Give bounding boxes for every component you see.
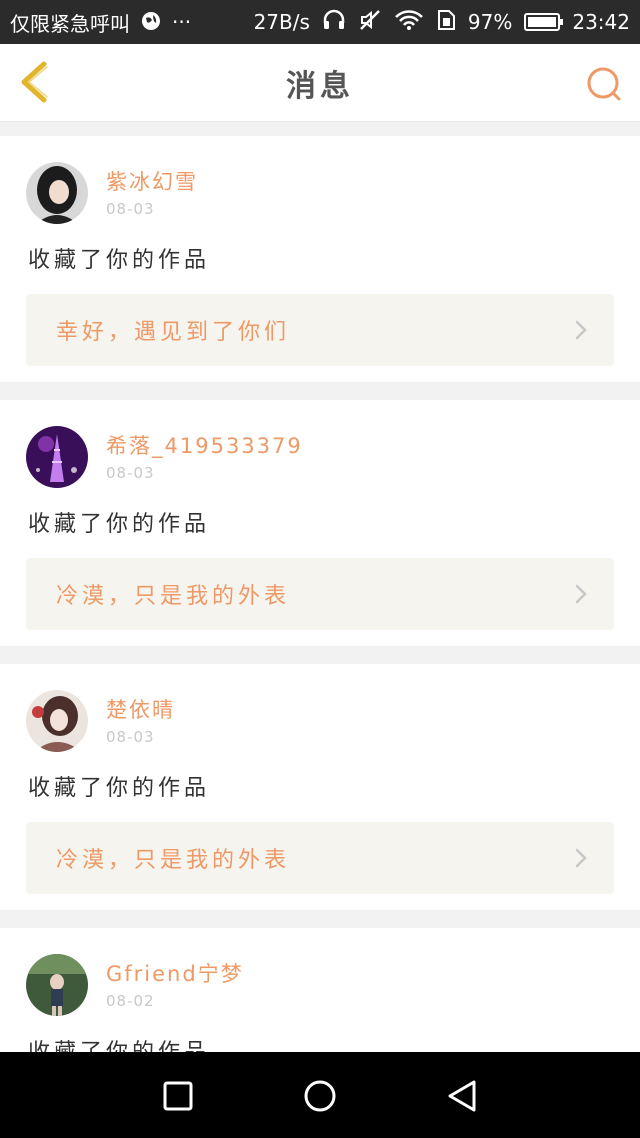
post-date: 08-02 [106, 992, 155, 1010]
status-right: 27B/s 97% 23:42 [254, 9, 630, 36]
user-name[interactable]: Gfriend宁梦 [106, 958, 244, 988]
work-link[interactable]: 幸好，遇见到了你们 [26, 294, 614, 366]
user-name[interactable]: 紫冰幻雪 [106, 166, 198, 196]
app-header: 消息 [0, 44, 640, 122]
back-button[interactable] [16, 60, 56, 104]
search-button[interactable] [584, 64, 624, 104]
post-date: 08-03 [106, 464, 155, 482]
work-title: 冷漠，只是我的外表 [56, 848, 291, 873]
page-title: 消息 [286, 68, 354, 104]
sim-icon [436, 9, 456, 36]
work-link[interactable]: 冷漠，只是我的外表 [26, 822, 614, 894]
system-nav-bar [0, 1052, 640, 1138]
recents-button[interactable] [160, 1078, 196, 1114]
clock: 23:42 [572, 10, 630, 34]
action-text: 收藏了你的作品 [28, 248, 211, 273]
work-title: 冷漠，只是我的外表 [56, 584, 291, 609]
avatar[interactable] [26, 954, 88, 1016]
battery-percent: 97% [467, 10, 513, 34]
avatar[interactable] [26, 426, 88, 488]
chevron-right-icon [575, 320, 587, 340]
action-text: 收藏了你的作品 [28, 776, 211, 801]
mute-icon [358, 9, 382, 36]
user-name[interactable]: 楚依晴 [106, 694, 175, 724]
status-left: 仅限紧急呼叫 ··· [10, 8, 191, 37]
chevron-right-icon [575, 848, 587, 868]
back-nav-button[interactable] [444, 1078, 480, 1114]
globe-icon [140, 10, 162, 35]
carrier-text: 仅限紧急呼叫 [10, 11, 130, 36]
network-speed: 27B/s [253, 10, 310, 34]
post-date: 08-03 [106, 728, 155, 746]
battery-icon [524, 13, 564, 31]
action-text: 收藏了你的作品 [28, 1034, 210, 1052]
chevron-right-icon [575, 584, 587, 604]
user-name[interactable]: 希落_419533379 [106, 430, 303, 460]
message-feed[interactable]: 紫冰幻雪 08-03 收藏了你的作品 幸好，遇见到了你们 希落_41953337… [0, 122, 640, 1052]
status-bar: 仅限紧急呼叫 ··· 27B/s 97% 23:42 [0, 0, 640, 44]
message-card: 希落_419533379 08-03 收藏了你的作品 冷漠，只是我的外表 [0, 400, 640, 646]
post-date: 08-03 [106, 200, 155, 218]
avatar[interactable] [26, 690, 88, 752]
search-icon [587, 67, 621, 101]
work-link[interactable]: 冷漠，只是我的外表 [26, 558, 614, 630]
work-title: 幸好，遇见到了你们 [56, 320, 291, 345]
battery-fill [528, 17, 556, 27]
home-button[interactable] [302, 1078, 338, 1114]
square-icon [163, 1081, 193, 1111]
chevron-left-icon [21, 61, 48, 103]
message-card: 紫冰幻雪 08-03 收藏了你的作品 幸好，遇见到了你们 [0, 136, 640, 382]
avatar[interactable] [26, 162, 88, 224]
wifi-icon [394, 9, 424, 36]
message-card: Gfriend宁梦 08-02 收藏了你的作品 [0, 928, 640, 1052]
headphones-icon [322, 9, 346, 36]
action-text: 收藏了你的作品 [28, 512, 211, 537]
message-card: 楚依晴 08-03 收藏了你的作品 冷漠，只是我的外表 [0, 664, 640, 910]
circle-icon [304, 1080, 336, 1112]
triangle-back-icon [448, 1080, 476, 1112]
overflow-indicator: ··· [172, 10, 192, 34]
